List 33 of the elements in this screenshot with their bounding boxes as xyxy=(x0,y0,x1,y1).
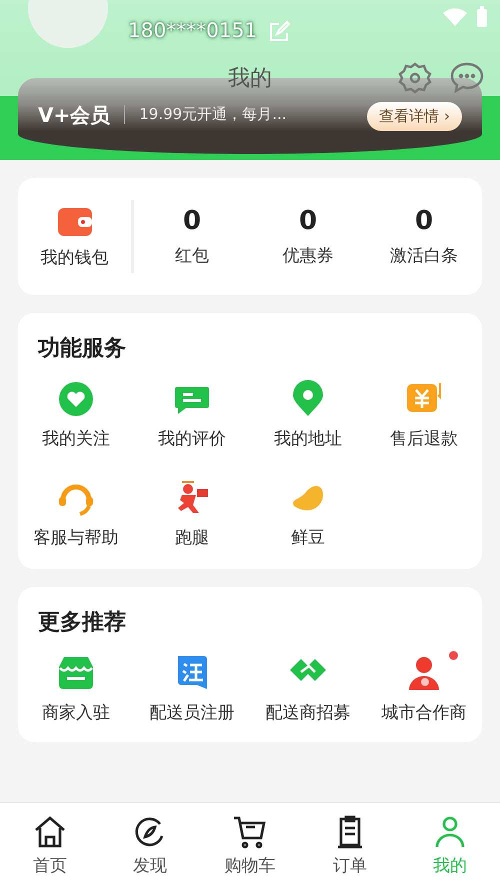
tab[interactable]: 订单 xyxy=(300,803,400,888)
cart-icon xyxy=(232,814,268,850)
service-item[interactable]: 跑腿 xyxy=(134,472,250,555)
settings-icon[interactable] xyxy=(398,61,432,95)
stat-label: 优惠券 xyxy=(282,245,334,267)
service-item[interactable]: 我的评价 xyxy=(134,373,250,456)
service-item[interactable]: 我的关注 xyxy=(18,373,134,456)
service-item[interactable]: 鲜豆 xyxy=(250,472,366,555)
tab[interactable]: 首页 xyxy=(0,803,100,888)
wifi-icon xyxy=(442,7,468,27)
section-title: 功能服务 xyxy=(38,335,127,363)
service-item[interactable]: 我的地址 xyxy=(250,373,366,456)
recommend-item[interactable]: 城市合作商 xyxy=(366,647,482,730)
tab[interactable]: 发现 xyxy=(100,803,200,888)
vip-logo: V+会员 xyxy=(38,102,110,129)
stat-label: 激活白条 xyxy=(390,245,458,267)
vip-offer-text: 19.99元开通，每月... xyxy=(124,105,286,124)
stat-value: 0 xyxy=(182,206,202,236)
stat-value: 0 xyxy=(414,206,434,236)
battery-icon xyxy=(476,6,488,28)
tab[interactable]: 购物车 xyxy=(200,803,300,888)
recommend-item[interactable]: 商家入驻 xyxy=(18,647,134,730)
stat-label: 红包 xyxy=(175,245,209,267)
service-item[interactable]: 售后退款 xyxy=(366,373,482,456)
details-button[interactable]: 查看详情 › xyxy=(367,102,462,131)
section-title: 更多推荐 xyxy=(38,609,127,637)
phone-number: 180****0151 xyxy=(128,18,258,42)
recommend-item[interactable]: 配送商招募 xyxy=(250,647,366,730)
service-item[interactable]: 客服与帮助 xyxy=(18,472,134,555)
chat-icon[interactable] xyxy=(450,61,484,95)
page-title: 我的 xyxy=(228,65,272,93)
stat-value: 0 xyxy=(298,206,318,236)
recommend-item[interactable]: 配送员注册 xyxy=(134,647,250,730)
